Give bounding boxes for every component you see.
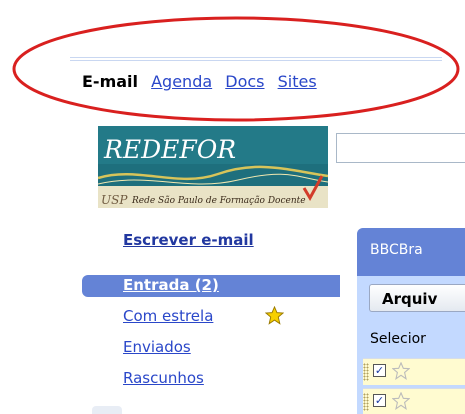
select-label[interactable]: Selecior xyxy=(370,331,426,347)
star-outline-icon[interactable] xyxy=(392,392,410,410)
archive-button-label: Arquiv xyxy=(382,290,438,308)
compose-link[interactable]: Escrever e-mail xyxy=(123,231,254,249)
star-outline-icon[interactable] xyxy=(392,362,410,380)
sidebar-item-inbox-label[interactable]: Entrada (2) xyxy=(123,276,219,294)
top-rule xyxy=(70,57,442,61)
nav-link-docs[interactable]: Docs xyxy=(225,72,264,91)
logo-tagline: Rede São Paulo de Formação Docente xyxy=(131,195,306,206)
sidebar-box-partial xyxy=(92,406,122,414)
logo-title: REDEFOR xyxy=(103,135,236,164)
row-checkbox[interactable]: ✓ xyxy=(373,364,386,377)
star-icon xyxy=(265,306,284,325)
sidebar-item-sent[interactable]: Enviados xyxy=(123,338,191,356)
search-input[interactable] xyxy=(336,133,465,163)
mail-row[interactable]: ✓ xyxy=(363,388,465,414)
logo-org-abbr: USP xyxy=(101,193,128,207)
row-checkbox[interactable]: ✓ xyxy=(373,394,386,407)
panel-header: BBCBra xyxy=(357,228,465,276)
archive-button[interactable]: Arquiv xyxy=(369,284,465,312)
panel-title: BBCBra xyxy=(370,242,423,258)
mail-row[interactable]: ✓ xyxy=(363,358,465,385)
redefor-logo: REDEFOR USP Rede São Paulo de Formação D… xyxy=(98,126,328,208)
nav-link-sites[interactable]: Sites xyxy=(278,72,317,91)
sidebar-item-starred[interactable]: Com estrela xyxy=(123,307,213,325)
drag-handle-icon[interactable] xyxy=(363,363,369,381)
nav-link-agenda[interactable]: Agenda xyxy=(151,72,212,91)
sidebar-item-drafts[interactable]: Rascunhos xyxy=(123,369,204,387)
drag-handle-icon[interactable] xyxy=(363,393,369,411)
nav-email-current: E-mail xyxy=(82,72,139,91)
message-list-panel: BBCBra Arquiv Selecior ✓ ✓ xyxy=(357,228,465,414)
top-nav: E-mail Agenda Docs Sites xyxy=(82,72,325,94)
